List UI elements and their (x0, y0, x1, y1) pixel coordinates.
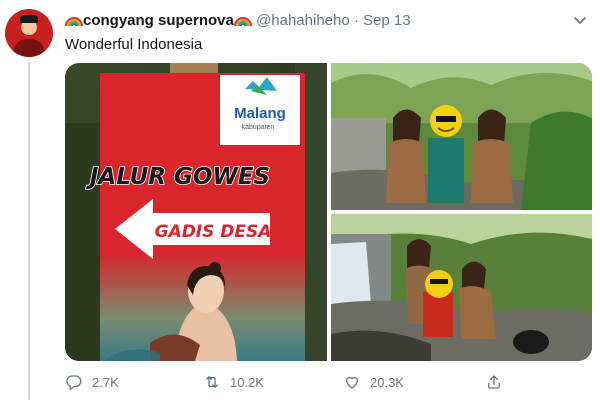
rainbow-icon (65, 12, 83, 29)
handle[interactable]: @hahahiheho (256, 12, 350, 29)
share-icon (488, 375, 500, 389)
share-button[interactable] (485, 372, 503, 392)
tweet: congyang supernova @hahahiheho · Sep 13 … (0, 0, 600, 400)
tweet-header: congyang supernova @hahahiheho · Sep 13 (65, 11, 411, 31)
like-count: 20.3K (370, 374, 404, 390)
sign-heading: JALUR GOWES (86, 164, 270, 190)
retweet-count: 10.2K (230, 374, 264, 390)
tweet-date[interactable]: Sep 13 (363, 12, 411, 29)
tweet-text: Wonderful Indonesia (65, 36, 203, 53)
thread-line (28, 62, 30, 400)
reply-icon (66, 375, 82, 391)
retweet-icon (206, 376, 218, 388)
media-grid[interactable]: Malang kabupaten JALUR GOWES GADIS DESA (65, 63, 592, 361)
reply-count: 2.7K (92, 374, 119, 390)
sign-arrow-label: GADIS DESA (155, 222, 272, 242)
avatar[interactable] (5, 9, 53, 57)
logo-sub: kabupaten (242, 124, 275, 131)
photo-river-top[interactable] (331, 63, 592, 210)
like-icon (346, 376, 358, 389)
logo-name: Malang (234, 105, 286, 122)
caret-down-icon[interactable] (572, 12, 588, 28)
retweet-button[interactable]: 10.2K (203, 372, 264, 392)
display-name[interactable]: congyang supernova (83, 12, 234, 29)
photo-waterfall[interactable] (331, 214, 592, 361)
photo-sign[interactable]: Malang kabupaten JALUR GOWES GADIS DESA (65, 63, 327, 361)
like-button[interactable]: 20.3K (343, 372, 404, 392)
rainbow-icon (233, 12, 252, 29)
reply-button[interactable]: 2.7K (65, 372, 119, 392)
tweet-actions: 2.7K 10.2K 20.3K (65, 372, 535, 392)
separator: · (353, 12, 359, 29)
